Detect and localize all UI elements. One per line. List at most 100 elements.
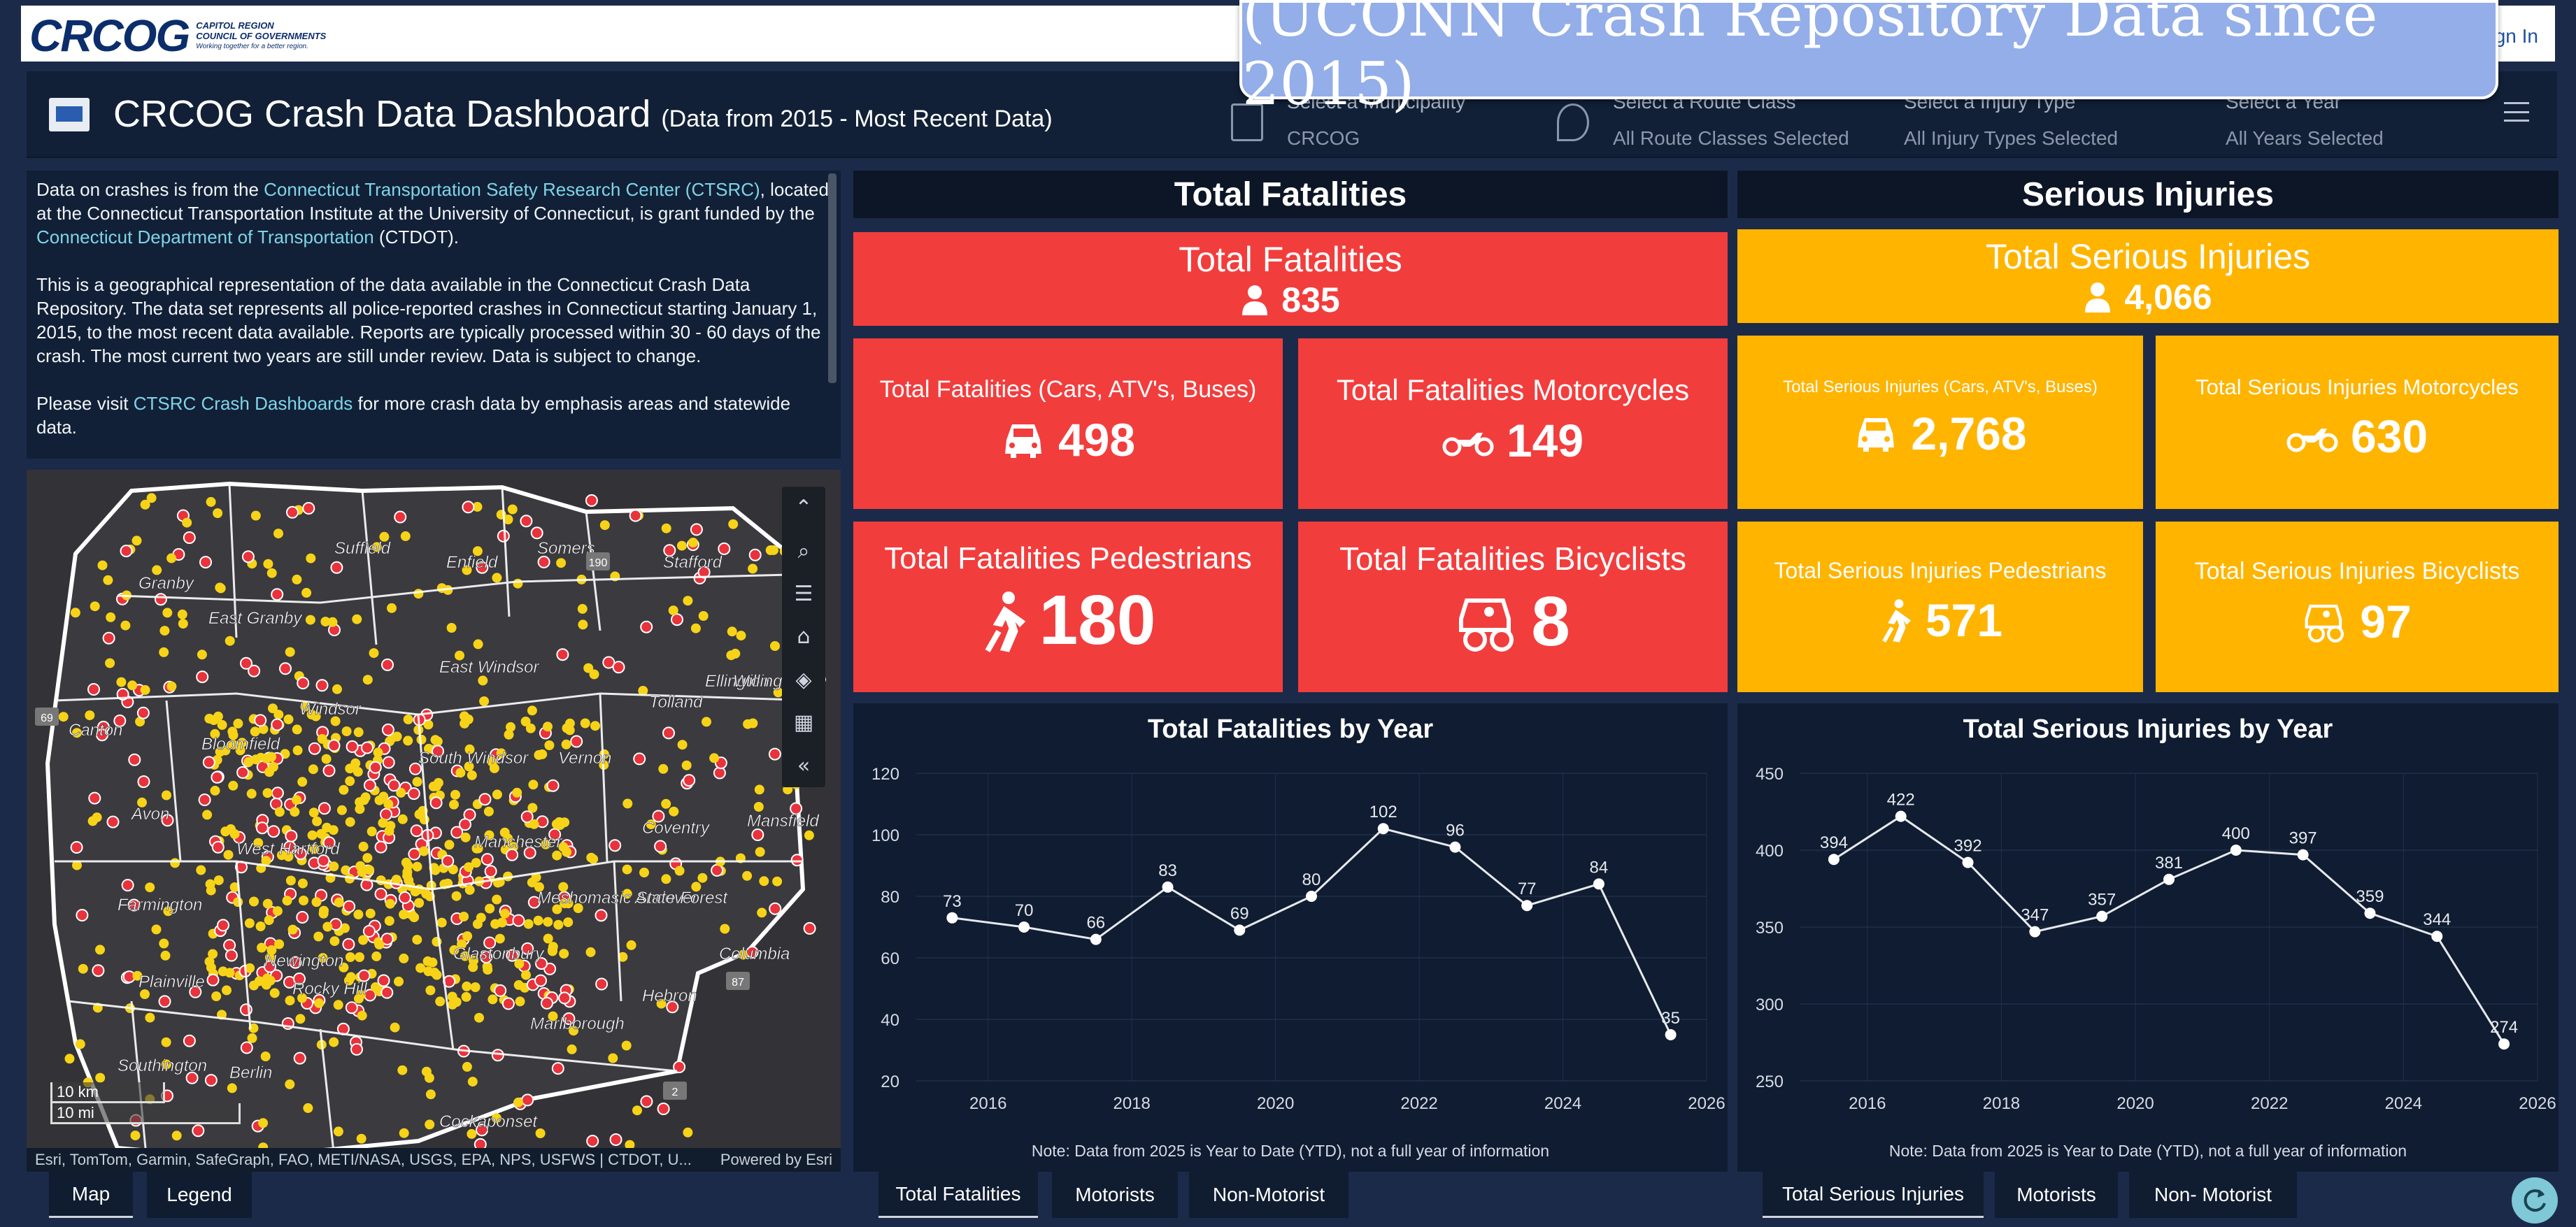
fatal-crash-marker <box>128 753 141 766</box>
injury-crash-marker <box>222 985 232 996</box>
injury-crash-marker <box>116 677 127 687</box>
fatal-crash-marker <box>534 974 547 987</box>
tab-legend[interactable]: Legend <box>147 1172 252 1218</box>
fatal-crash-marker <box>342 938 355 951</box>
tab-total-fatalities[interactable]: Total Fatalities <box>878 1172 1038 1218</box>
pedestrian-icon <box>1882 599 1912 643</box>
injury-crash-marker <box>373 747 383 758</box>
card-label: Total Serious Injuries Bicyclists <box>2194 558 2520 584</box>
map-toolbar: ⌃ ⌕ ☰ ⌂ ◈ ▦ « <box>782 487 825 787</box>
data-label: 69 <box>1230 904 1249 923</box>
x-tick-label: 2018 <box>1113 1094 1150 1113</box>
fatal-crash-marker <box>633 752 646 766</box>
injury-crash-marker <box>352 614 362 624</box>
data-point <box>2297 849 2309 861</box>
fatal-crash-marker <box>629 509 642 522</box>
fatal-crash-marker <box>293 1052 306 1065</box>
search-icon[interactable]: ⌕ <box>782 529 825 572</box>
fatal-crash-marker <box>308 742 321 755</box>
injury-crash-marker <box>621 1040 632 1051</box>
data-point <box>2364 907 2376 919</box>
crcog-logo[interactable]: CRCOG CAPITOL REGION COUNCIL OF GOVERNME… <box>29 10 326 61</box>
card-value-row: 571 <box>1737 594 2143 647</box>
injury-crash-marker <box>400 531 411 541</box>
y-tick-label: 80 <box>881 888 899 907</box>
data-point <box>2029 926 2041 938</box>
refresh-icon[interactable] <box>2512 1177 2558 1224</box>
data-source-banner: (UCONN Crash Repository Data since 2015) <box>1239 0 2498 118</box>
card-label: Total Fatalities <box>1179 240 1402 279</box>
ctsrc-dashboards-link[interactable]: CTSRC Crash Dashboards <box>134 393 353 414</box>
data-label: 73 <box>943 892 962 911</box>
menu-icon[interactable] <box>2504 102 2529 122</box>
fatalities-line-chart[interactable]: 20 40 60 80 100 120 2016 2018 2020 2022 2024 2026 73… <box>853 745 1728 1137</box>
town-label: Coventry <box>642 819 711 838</box>
injury-crash-marker <box>435 996 446 1007</box>
injury-crash-marker <box>690 623 701 633</box>
injury-crash-marker <box>397 1065 408 1075</box>
crash-map[interactable]: Suffield Enfield Somers Stafford Granby East … <box>27 470 841 1172</box>
fatal-crash-marker <box>586 1135 599 1148</box>
tab-map[interactable]: Map <box>49 1172 133 1218</box>
tab-fatalities-non-motorist[interactable]: Non-Motorist <box>1189 1172 1349 1218</box>
ctsrc-link[interactable]: Connecticut Transportation Safety Resear… <box>264 179 760 200</box>
card-value: 498 <box>1058 414 1136 466</box>
collapse-left-icon[interactable]: « <box>782 745 825 787</box>
fatal-crash-marker <box>377 974 390 987</box>
x-tick-label: 2022 <box>1400 1094 1437 1113</box>
injuries-chart-panel: Total Serious Injuries by Year 250 300 350… <box>1737 703 2559 1172</box>
fatal-crash-marker <box>343 900 356 913</box>
injury-crash-marker <box>425 1089 436 1100</box>
fatal-crash-marker <box>394 510 407 524</box>
injury-crash-marker <box>414 898 425 908</box>
tab-fatalities-motorists[interactable]: Motorists <box>1052 1172 1178 1218</box>
fatal-crash-marker <box>271 588 284 601</box>
map-canvas[interactable]: SuffieldEnfieldSomersStaffordGranbyEast … <box>27 470 841 1172</box>
fatal-crash-marker <box>690 523 703 536</box>
home-icon[interactable]: ⌂ <box>782 615 825 658</box>
fatal-crash-marker <box>369 761 382 774</box>
fatal-crash-marker <box>198 794 211 806</box>
fatal-crash-marker <box>408 847 421 861</box>
injury-crash-marker <box>206 963 216 973</box>
injury-crash-marker <box>563 917 574 928</box>
injury-crash-marker <box>353 910 364 919</box>
card-label: Total Serious Injuries (Cars, ATV's, Bus… <box>1783 378 2098 396</box>
logo-sub-line-1: CAPITOL REGION <box>196 20 274 31</box>
injury-crash-marker <box>709 753 720 763</box>
tab-injuries-non-motorist[interactable]: Non- Motorist <box>2129 1172 2297 1218</box>
injury-crash-marker <box>353 766 363 777</box>
injury-crash-marker <box>677 740 688 750</box>
injury-crash-marker <box>319 905 329 916</box>
description-scrollbar[interactable] <box>828 173 837 383</box>
data-point <box>1377 823 1389 835</box>
injury-crash-marker <box>476 912 486 923</box>
injuries-line-chart[interactable]: 250 300 350 400 450 2016 2018 2020 2022 2024 2026 3… <box>1737 745 2559 1137</box>
powered-by-esri[interactable]: Powered by Esri <box>720 1148 832 1172</box>
injury-crash-marker <box>552 850 562 861</box>
card-value-row: 149 <box>1298 414 1728 467</box>
ctdot-link[interactable]: Connecticut Department of Transportation <box>36 227 374 247</box>
injury-crash-marker <box>202 810 213 820</box>
injury-crash-marker <box>507 504 518 515</box>
layers-icon[interactable]: ◈ <box>782 659 825 701</box>
qr-icon[interactable]: ▦ <box>782 701 825 744</box>
selector-value: All Route Classes Selected <box>1613 127 1849 149</box>
tab-injuries-motorists[interactable]: Motorists <box>1995 1172 2118 1218</box>
card-value-row: 4,066 <box>1737 277 2559 317</box>
fatal-crash-marker <box>318 802 331 815</box>
injury-crash-marker <box>483 806 494 817</box>
injury-crash-marker <box>307 830 318 840</box>
list-icon[interactable]: ☰ <box>782 573 825 615</box>
injury-crash-marker <box>537 749 548 759</box>
collapse-up-icon[interactable]: ⌃ <box>782 487 825 529</box>
fatal-crash-marker <box>441 854 455 868</box>
tab-total-serious-injuries[interactable]: Total Serious Injuries <box>1763 1172 1984 1218</box>
card-label: Total Serious Injuries Motorcycles <box>2196 375 2519 399</box>
injury-crash-marker <box>622 798 633 809</box>
injury-crash-marker <box>765 545 776 555</box>
bicycle-icon <box>2305 604 2344 643</box>
injury-crash-marker <box>413 589 424 599</box>
injury-crash-marker <box>759 876 769 887</box>
injury-crash-marker <box>308 808 319 818</box>
